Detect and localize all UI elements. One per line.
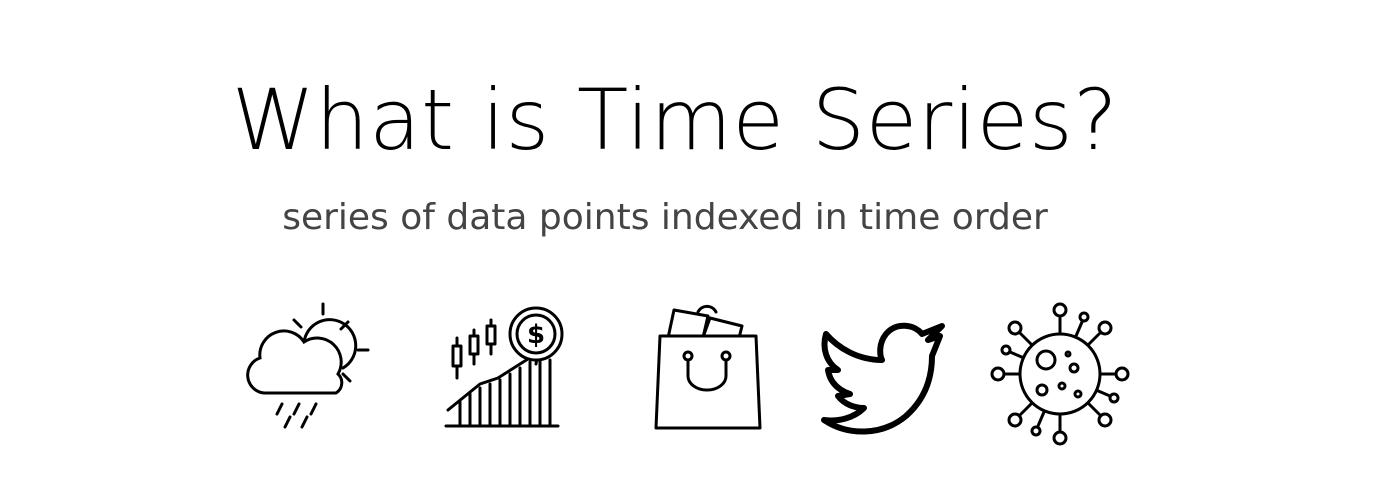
page-title: What is Time Series? xyxy=(231,71,1119,169)
twitter-bird-icon xyxy=(818,298,948,438)
virus-icon xyxy=(990,298,1130,448)
shopping-bag-icon xyxy=(650,298,765,433)
dollar-sign: $ xyxy=(527,320,545,350)
stock-market-icon: $ xyxy=(440,298,565,433)
page-subtitle: series of data points indexed in time or… xyxy=(282,197,1048,238)
weather-icon xyxy=(240,298,375,438)
